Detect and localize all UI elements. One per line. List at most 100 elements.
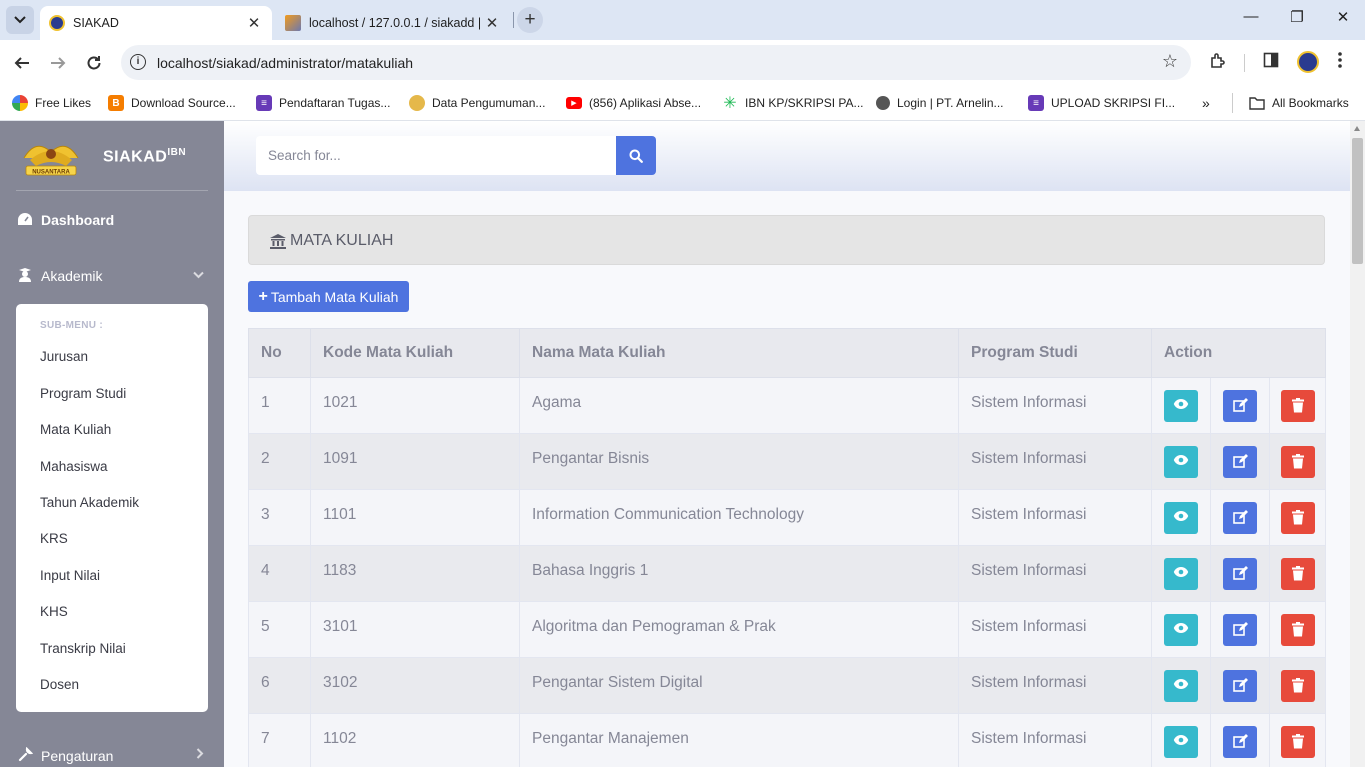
view-button[interactable]	[1164, 502, 1198, 534]
close-tab-icon[interactable]: ✕	[244, 14, 264, 32]
tab-title: SIAKAD	[73, 16, 119, 30]
bookmark-ibn-kp-skripsi[interactable]: ✳ IBN KP/SKRIPSI PA...	[722, 93, 863, 113]
edit-icon	[1232, 622, 1248, 641]
restore-icon[interactable]: ❐	[1283, 8, 1311, 26]
submenu-item-tahun-akademik[interactable]: Tahun Akademik	[40, 495, 139, 510]
cell-action	[1151, 545, 1211, 602]
view-button[interactable]	[1164, 614, 1198, 646]
cell-prodi: Sistem Informasi	[958, 489, 1152, 546]
add-button-label: Tambah Mata Kuliah	[270, 288, 399, 305]
view-button[interactable]	[1164, 390, 1198, 422]
view-button[interactable]	[1164, 726, 1198, 758]
brand-title: SIAKADIBN	[103, 147, 186, 166]
toolbar-separator	[1244, 54, 1245, 72]
browser-tab-bar: SIAKAD ✕ localhost / 127.0.0.1 / siakadd…	[0, 0, 1365, 40]
delete-button[interactable]	[1280, 502, 1315, 534]
chevron-down-icon	[14, 16, 26, 24]
edit-button[interactable]	[1223, 558, 1257, 590]
cell-action	[1210, 657, 1270, 714]
blogger-icon: B	[108, 95, 124, 111]
submenu-item-program-studi[interactable]: Program Studi	[40, 386, 126, 401]
browser-menu-icon[interactable]	[1338, 52, 1342, 73]
tab-search-button[interactable]	[6, 6, 34, 34]
folder-icon	[1249, 95, 1265, 111]
cell-kode: 1021	[310, 377, 520, 434]
table-row: 6 3102 Pengantar Sistem Digital Sistem Info…	[248, 657, 1326, 714]
sidebar-brand[interactable]: NUSANTARA SIAKADIBN	[16, 135, 206, 179]
cell-action	[1269, 601, 1326, 658]
delete-button[interactable]	[1280, 446, 1315, 478]
minimize-icon[interactable]: —	[1237, 8, 1265, 25]
bookmarks-overflow-icon[interactable]: »	[1202, 93, 1210, 113]
trash-icon	[1291, 454, 1304, 473]
cell-prodi: Sistem Informasi	[958, 545, 1152, 602]
submenu-item-mata-kuliah[interactable]: Mata Kuliah	[40, 422, 111, 437]
reload-button[interactable]	[82, 51, 106, 75]
edit-button[interactable]	[1223, 726, 1257, 758]
scrollbar-thumb[interactable]	[1352, 138, 1363, 264]
delete-button[interactable]	[1280, 390, 1315, 422]
url-text[interactable]: localhost/siakad/administrator/matakulia…	[157, 55, 413, 71]
tab-siakad[interactable]: SIAKAD ✕	[40, 6, 272, 40]
brand-superscript: IBN	[167, 147, 187, 159]
back-arrow-icon	[14, 57, 29, 69]
scroll-up-icon[interactable]	[1354, 126, 1360, 131]
submenu-item-dosen[interactable]: Dosen	[40, 677, 79, 692]
bookmark-free-likes[interactable]: Free Likes	[12, 93, 91, 113]
topbar	[224, 121, 1350, 191]
bookmark-pendaftaran-tugas[interactable]: ≡ Pendaftaran Tugas...	[256, 93, 390, 113]
search-button[interactable]	[616, 136, 656, 175]
edit-button[interactable]	[1223, 390, 1257, 422]
trash-icon	[1291, 678, 1304, 697]
bookmark-data-pengumuman[interactable]: Data Pengumuman...	[409, 93, 545, 113]
sidebar-item-dashboard[interactable]: Dashboard	[16, 209, 208, 231]
site-info-icon[interactable]: i	[130, 54, 146, 70]
close-tab-icon[interactable]: ✕	[482, 14, 502, 32]
view-button[interactable]	[1164, 670, 1198, 702]
address-bar[interactable]: i localhost/siakad/administrator/matakul…	[121, 45, 1191, 80]
cell-action	[1151, 713, 1211, 767]
extensions-icon[interactable]	[1209, 52, 1227, 75]
delete-button[interactable]	[1280, 558, 1315, 590]
add-mata-kuliah-button[interactable]: + Tambah Mata Kuliah	[248, 281, 409, 312]
profile-avatar[interactable]	[1297, 51, 1319, 73]
page-scrollbar[interactable]	[1350, 121, 1365, 767]
delete-button[interactable]	[1280, 726, 1315, 758]
submenu-item-khs[interactable]: KHS	[40, 604, 68, 619]
trash-icon	[1291, 398, 1304, 417]
cell-action	[1210, 713, 1270, 767]
cell-prodi: Sistem Informasi	[958, 601, 1152, 658]
submenu-item-mahasiswa[interactable]: Mahasiswa	[40, 459, 108, 474]
bookmark-aplikasi-absen[interactable]: ▶ (856) Aplikasi Abse...	[566, 93, 701, 113]
submenu-item-transkrip-nilai[interactable]: Transkrip Nilai	[40, 641, 126, 656]
submenu-item-krs[interactable]: KRS	[40, 531, 68, 546]
back-button[interactable]	[10, 51, 34, 75]
window-close-icon[interactable]: ✕	[1329, 8, 1357, 26]
submenu-item-jurusan[interactable]: Jurusan	[40, 349, 88, 364]
edit-button[interactable]	[1223, 446, 1257, 478]
all-bookmarks[interactable]: All Bookmarks	[1232, 93, 1349, 113]
cell-kode: 1102	[310, 713, 520, 767]
sidebar-item-pengaturan[interactable]: Pengaturan	[16, 745, 208, 767]
view-button[interactable]	[1164, 446, 1198, 478]
tab-phpmyadmin[interactable]: localhost / 127.0.0.1 / siakadd | ✕	[276, 6, 510, 40]
delete-button[interactable]	[1280, 614, 1315, 646]
bookmark-upload-skripsi[interactable]: ≡ UPLOAD SKRIPSI FI...	[1028, 93, 1175, 113]
asterisk-icon: ✳	[723, 95, 737, 112]
view-button[interactable]	[1164, 558, 1198, 590]
submenu-item-input-nilai[interactable]: Input Nilai	[40, 568, 100, 583]
delete-button[interactable]	[1280, 670, 1315, 702]
search-input[interactable]	[256, 136, 616, 175]
new-tab-button[interactable]: +	[517, 7, 543, 33]
edit-button[interactable]	[1223, 670, 1257, 702]
edit-button[interactable]	[1223, 614, 1257, 646]
side-panel-icon[interactable]	[1263, 52, 1279, 73]
cell-nama: Bahasa Inggris 1	[519, 545, 959, 602]
bookmark-login-arnelin[interactable]: Login | PT. Arnelin...	[876, 93, 1004, 113]
sidebar-item-akademik[interactable]: Akademik	[16, 265, 208, 287]
edit-button[interactable]	[1223, 502, 1257, 534]
bookmark-star-icon[interactable]: ☆	[1162, 51, 1178, 72]
bookmark-download-source[interactable]: B Download Source...	[108, 93, 236, 113]
page-viewport: NUSANTARA SIAKADIBN Dashboard Akademik S…	[0, 121, 1365, 767]
forward-button[interactable]	[46, 51, 70, 75]
